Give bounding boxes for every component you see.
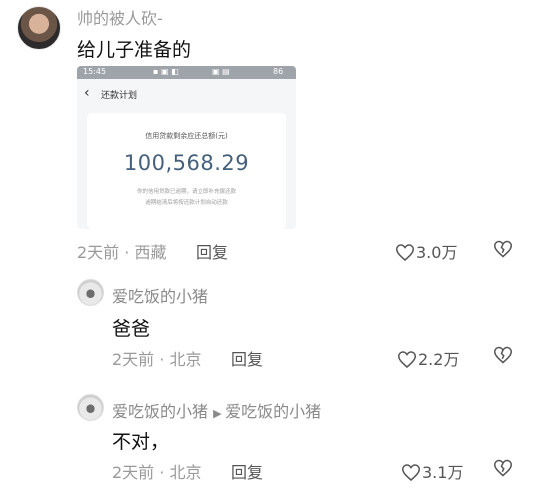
broken-heart-icon [493,346,513,364]
image-status-battery: 86 [273,67,284,76]
like-button[interactable]: 2.2万 [397,346,460,370]
reply-arrow-icon: ▶ [213,407,226,420]
dislike-button[interactable] [493,459,513,481]
reply-author[interactable]: 爱吃饭的小猪 [112,402,208,421]
dislike-button[interactable] [493,346,513,368]
like-count: 3.0万 [416,243,458,262]
reply-meta: 2天前 · 北京 [112,350,202,369]
heart-icon [395,244,415,261]
broken-heart-icon [493,459,513,477]
heart-icon [397,351,417,368]
like-button[interactable]: 3.1万 [401,459,464,483]
back-icon: ‹ [84,85,90,101]
comment-author[interactable]: 帅的被人砍- [77,5,163,29]
avatar[interactable] [17,6,61,50]
reply-time: 2天前 [112,350,155,369]
comment-meta: 2天前 · 西藏 [77,243,167,262]
balance-note-1: 你的信用贷款已逾期，请立即补充偿还款 [136,189,236,195]
comment-time: 2天前 [77,243,120,262]
balance-note-2: 逾期结清后将按还款计划自动还款 [145,200,228,206]
like-button[interactable]: 3.0万 [395,239,458,263]
reply-button[interactable]: 回复 [196,239,228,263]
comment-text: 给儿子准备的 [77,39,192,61]
avatar[interactable] [77,279,104,306]
comment-location: 西藏 [134,243,167,262]
balance-amount: 100,568.29 [123,151,250,175]
reply-text: 爸爸 [112,318,151,340]
like-count: 2.2万 [418,350,460,369]
reply-location: 北京 [169,463,202,482]
broken-heart-icon [493,240,513,258]
reply-to-author[interactable]: 爱吃饭的小猪 [225,402,321,421]
reply-author[interactable]: 爱吃饭的小猪 [112,283,208,307]
reply-meta: 2天前 · 北京 [112,463,202,482]
image-status-bar: 15:45 ▪ ▣ ◧ ▣ ▤ 86 [77,66,296,79]
reply-location: 北京 [169,350,202,369]
heart-icon [401,464,421,481]
comment-image[interactable]: 15:45 ▪ ▣ ◧ ▣ ▤ 86 ‹ 还款计划 信用贷款剩余应还总额(元) … [77,66,296,229]
reply-button[interactable]: 回复 [231,346,263,370]
like-count: 3.1万 [422,463,464,482]
dislike-button[interactable] [493,240,513,262]
signal-icon: ▪ ▣ ◧ [153,67,179,76]
image-page-title: 还款计划 [101,91,138,101]
reply-author-line: 爱吃饭的小猪 ▶ 爱吃饭的小猪 [112,398,321,422]
balance-label: 信用贷款剩余应还总额(元) [145,132,228,140]
reply-time: 2天前 [112,463,155,482]
reply-text: 不对， [112,431,170,453]
image-status-time: 15:45 [83,67,107,76]
reply-button[interactable]: 回复 [231,459,263,483]
avatar[interactable] [77,394,104,421]
balance-card: 信用贷款剩余应还总额(元) 100,568.29 你的信用贷款已逾期，请立即补充… [87,113,286,229]
battery-icon: ▣ ▤ [212,67,230,76]
